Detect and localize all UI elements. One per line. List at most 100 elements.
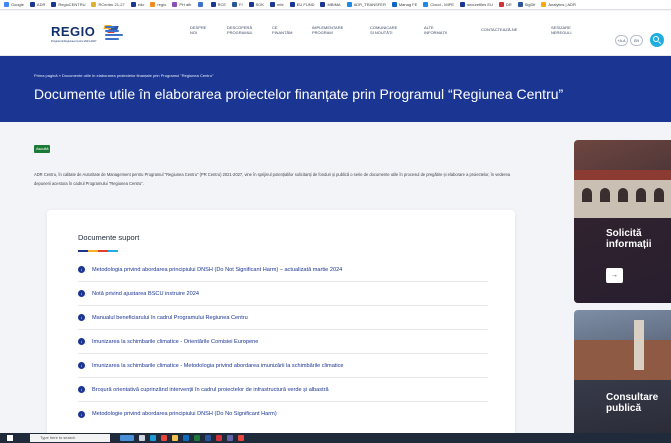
taskbar-search-input[interactable]: Type here to search xyxy=(30,434,110,442)
nav-sesizare-nereguli[interactable]: Sesizare nereguli xyxy=(551,25,607,35)
nav-label: nereguli xyxy=(551,30,572,35)
building-window xyxy=(600,188,610,202)
nav-label: program xyxy=(312,30,333,35)
document-link[interactable]: ↓ Metodologie privind abordarea principiu… xyxy=(78,402,488,426)
document-title: Manualul beneficiarului în cadrul Progra… xyxy=(92,314,248,321)
bookmark-item[interactable]: Cloud - MIPE xyxy=(423,2,454,7)
logo-subtitle: Programul Regiunea Centru 2021-2027 xyxy=(51,40,97,43)
bookmark-favicon-icon xyxy=(172,2,178,7)
outlook-icon[interactable] xyxy=(183,435,189,441)
bookmark-label: Manag FE xyxy=(398,2,418,7)
bookmark-item[interactable]: EU FUND xyxy=(289,2,314,7)
document-link[interactable]: ↓ Metodologia privind abordarea principiu… xyxy=(78,258,488,282)
bookmark-item[interactable]: ADR_TRANSFER xyxy=(346,2,386,7)
bookmark-label: SOK xyxy=(255,2,265,7)
document-title: Broșură orientativă cuprinzând intervenț… xyxy=(92,386,329,393)
bookmark-label: Analytics | ADR xyxy=(548,2,576,7)
document-title: Notă privind ajustarea BSCU instruire 20… xyxy=(92,290,199,297)
nav-label: Contactează-ne xyxy=(481,27,518,32)
document-link[interactable]: ↓ Broșură orientativă cuprinzând interven… xyxy=(78,378,488,402)
bookmark-item[interactable]: RegioCENTRU xyxy=(51,2,85,7)
bookmark-label: ADR_TRANSFER xyxy=(353,2,386,7)
language-switch[interactable]: EN xyxy=(630,35,643,46)
weather-icon[interactable] xyxy=(120,435,134,441)
nav-descopera-programul[interactable]: Descoperă programul xyxy=(227,25,272,35)
bookmark-favicon-icon xyxy=(346,2,352,7)
bookmark-label: SigDif xyxy=(524,2,536,7)
nav-implementare-program[interactable]: Implementare program xyxy=(312,25,370,35)
nav-alte-informatii[interactable]: Alte informații xyxy=(424,25,481,35)
bookmark-label: ADR xyxy=(36,2,46,7)
arrow-right-icon[interactable]: → xyxy=(606,268,623,283)
document-title: Metodologie privind abordarea principiul… xyxy=(92,411,277,417)
excel-icon[interactable] xyxy=(194,435,200,441)
bookmark-favicon-icon xyxy=(289,2,295,7)
promo-title-line: Consultare xyxy=(606,392,659,403)
bookmark-item[interactable]: SigDif xyxy=(517,2,536,7)
download-icon: ↓ xyxy=(78,266,85,273)
promo-consultare-publica[interactable]: Consultare publică xyxy=(574,310,671,443)
bookmark-item[interactable]: MBIMA xyxy=(320,2,341,7)
bookmark-item[interactable]: securefiles EU xyxy=(460,2,493,7)
pdf-icon[interactable] xyxy=(216,435,222,441)
document-link[interactable]: ↓ Manualul beneficiarului în cadrul Progr… xyxy=(78,306,488,330)
document-link[interactable]: ↓ Notă privind ajustarea BSCU instruire 2… xyxy=(78,282,488,306)
bookmark-favicon-icon xyxy=(4,2,9,7)
listen-button[interactable]: Ascultă xyxy=(34,145,51,153)
bookmark-item[interactable]: RCentru 21-27 xyxy=(91,2,125,7)
bookmark-label: securefiles EU xyxy=(467,2,493,7)
bookmark-item[interactable]: ADR xyxy=(29,2,46,7)
bookmark-item[interactable]: Analytics | ADR xyxy=(541,2,576,7)
download-icon: ↓ xyxy=(78,386,85,393)
nav-label: și noutăți xyxy=(370,30,393,35)
bookmark-item[interactable]: edo xyxy=(130,2,145,7)
document-title: Imunizarea la schimbarile climatice - Or… xyxy=(92,338,259,345)
font-size-toggle[interactable]: +A-A xyxy=(615,35,628,46)
regio-logo[interactable]: REGIO Programul Regiunea Centru 2021-202… xyxy=(51,21,151,49)
bookmark-item[interactable]: RCE xyxy=(210,2,226,7)
promo-title: Solicită informații xyxy=(606,228,652,250)
bookmark-item[interactable]: Manag FE xyxy=(391,2,418,7)
windows-start-icon[interactable] xyxy=(7,435,13,441)
church-tower xyxy=(634,320,644,370)
nav-ce-finantam[interactable]: Ce finanțăm xyxy=(272,25,312,35)
teams-icon[interactable] xyxy=(227,435,233,441)
document-title: Metodologia privind abordarea principiul… xyxy=(92,266,343,273)
chrome-icon[interactable] xyxy=(161,435,167,441)
edge-icon[interactable] xyxy=(150,435,156,441)
bookmark-label: edo xyxy=(137,2,145,7)
bookmark-item[interactable]: SOK xyxy=(248,2,265,7)
breadcrumb[interactable]: Prima pagină » Documente utile în elabor… xyxy=(34,73,213,78)
bookmark-favicon-icon xyxy=(460,2,466,7)
bookmark-favicon-icon xyxy=(29,2,35,7)
download-icon: ↓ xyxy=(78,362,85,369)
word-icon[interactable] xyxy=(205,435,211,441)
bookmark-favicon-icon xyxy=(210,2,216,7)
bookmark-label: mfe xyxy=(277,2,284,7)
bookmark-favicon-icon xyxy=(91,2,97,7)
file-explorer-icon[interactable] xyxy=(172,435,178,441)
document-list: ↓ Metodologia privind abordarea principiu… xyxy=(78,258,488,426)
bookmark-item[interactable]: DR xyxy=(498,2,512,7)
browser-window: Google ADR RegioCENTRU RCentru 21-27 edo regi… xyxy=(0,0,671,443)
bookmark-item[interactable]: PH afir xyxy=(172,2,192,7)
app-icon[interactable] xyxy=(238,435,244,441)
bookmark-favicon-icon xyxy=(130,2,136,7)
bookmark-item[interactable]: regio xyxy=(150,2,166,7)
bookmark-item[interactable] xyxy=(197,2,205,7)
bookmark-item[interactable]: mfe xyxy=(270,2,284,7)
bookmark-item[interactable]: Google xyxy=(4,2,24,7)
nav-comunicare[interactable]: Comunicare și noutăți xyxy=(370,25,424,35)
task-view-icon[interactable] xyxy=(139,435,145,441)
document-link[interactable]: ↓ Imunizarea la schimbarile climatice - M… xyxy=(78,354,488,378)
bookmark-label: RCentru 21-27 xyxy=(98,2,125,7)
bookmark-item[interactable]: FI xyxy=(232,2,243,7)
intro-text: ADR Centru, în calitate de Autoritate de… xyxy=(34,172,511,186)
nav-despre-noi[interactable]: Despre noi xyxy=(190,25,227,35)
building-window xyxy=(654,188,664,202)
nav-contacteaza-ne[interactable]: Contactează-ne xyxy=(481,25,551,35)
bookmark-label: Cloud - MIPE xyxy=(430,2,455,7)
promo-solicita-informatii[interactable]: Solicită informații → xyxy=(574,140,671,303)
document-link[interactable]: ↓ Imunizarea la schimbarile climatice - O… xyxy=(78,330,488,354)
search-button[interactable] xyxy=(650,33,664,47)
